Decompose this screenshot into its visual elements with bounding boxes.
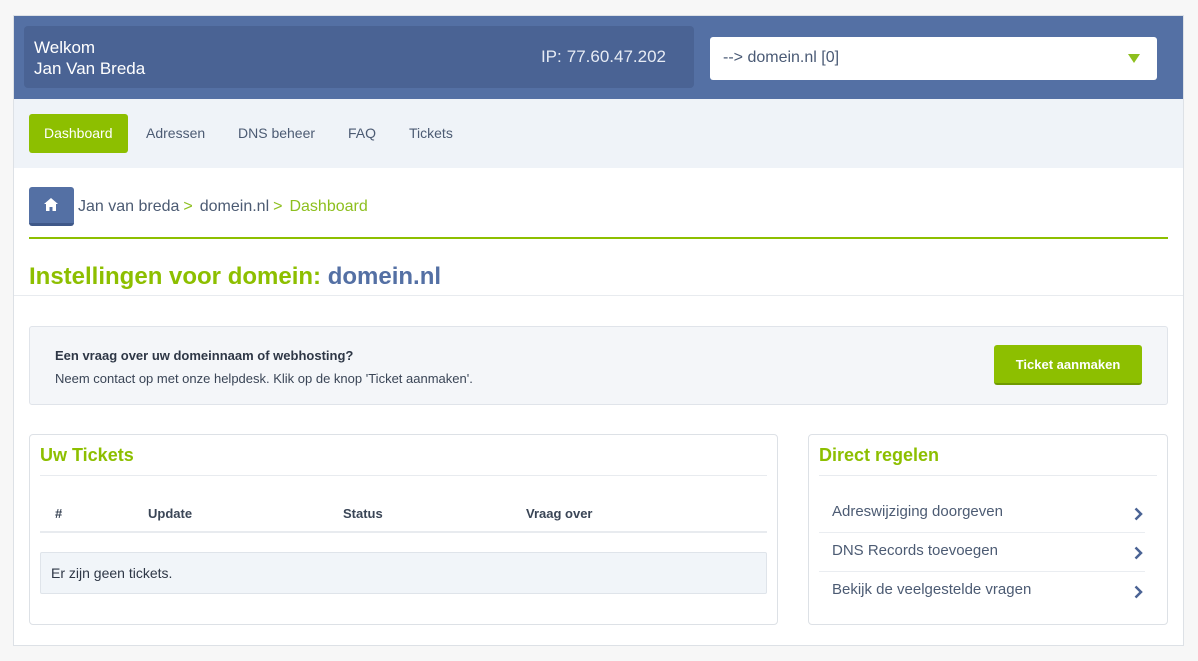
ip-address: IP: 77.60.47.202 <box>536 47 666 67</box>
panel-divider <box>40 475 767 476</box>
page-title-domain: domein.nl <box>327 263 442 290</box>
table-header-divider <box>40 531 767 533</box>
create-ticket-button[interactable]: Ticket aanmaken <box>994 345 1142 385</box>
chevron-right-icon <box>1134 585 1143 599</box>
column-header-vraag-over: Vraag over <box>526 506 593 521</box>
home-button[interactable] <box>29 187 74 226</box>
ip-label: IP: <box>540 47 562 66</box>
breadcrumb-current: Dashboard <box>289 198 368 215</box>
ip-value: 77.60.47.202 <box>566 47 666 66</box>
app-frame: Welkom Jan Van Breda IP: 77.60.47.202 -->… <box>13 15 1184 646</box>
domain-select-value: --> domein.nl [0] <box>723 49 840 66</box>
direct-link-label: Bekijk de veelgestelde vragen <box>832 581 1032 598</box>
main-nav: Dashboard Adressen DNS beheer FAQ Ticket… <box>14 99 1183 168</box>
column-header-update: Update <box>148 506 193 521</box>
chevron-down-icon <box>1128 54 1140 63</box>
nav-item-faq[interactable]: FAQ <box>348 114 376 153</box>
breadcrumb-separator: > <box>183 198 193 215</box>
nav-item-tickets[interactable]: Tickets <box>409 114 453 153</box>
direct-link-dns-records[interactable]: DNS Records toevoegen <box>819 533 1145 572</box>
panel-divider <box>819 475 1157 476</box>
welcome-box: Welkom Jan Van Breda IP: 77.60.47.202 <box>24 26 694 88</box>
title-divider <box>14 295 1183 296</box>
home-icon <box>44 198 58 211</box>
nav-item-adressen[interactable]: Adressen <box>146 114 205 153</box>
direct-link-label: DNS Records toevoegen <box>832 542 998 559</box>
page-title: Instellingen voor domein: domein.nl <box>29 263 441 291</box>
direct-link-adreswijziging[interactable]: Adreswijziging doorgeven <box>819 494 1145 533</box>
page-title-prefix: Instellingen voor domein: <box>29 263 322 290</box>
help-question: Een vraag over uw domeinnaam of webhosti… <box>55 348 354 363</box>
breadcrumb-user[interactable]: Jan van breda <box>78 198 179 215</box>
direct-link-label: Adreswijziging doorgeven <box>832 503 1003 520</box>
column-header-status: Status <box>343 506 383 521</box>
welcome-label: Welkom <box>34 38 96 57</box>
breadcrumb-domain[interactable]: domein.nl <box>200 198 269 215</box>
empty-tickets-text: Er zijn geen tickets. <box>51 565 173 581</box>
user-name: Jan Van Breda <box>34 59 146 78</box>
breadcrumb-divider <box>29 237 1168 239</box>
column-header-number: # <box>55 506 63 521</box>
domain-select[interactable]: --> domein.nl [0] <box>710 37 1157 80</box>
chevron-right-icon <box>1134 507 1143 521</box>
direct-panel: Direct regelen Adreswijziging doorgeven … <box>808 434 1168 625</box>
help-text: Neem contact op met onze helpdesk. Klik … <box>55 371 473 386</box>
breadcrumb-separator: > <box>273 198 283 215</box>
header: Welkom Jan Van Breda IP: 77.60.47.202 -->… <box>14 16 1183 99</box>
welcome-text: Welkom Jan Van Breda <box>34 37 145 79</box>
breadcrumb: Jan van breda > domein.nl > Dashboard <box>78 198 368 216</box>
direct-link-faq[interactable]: Bekijk de veelgestelde vragen <box>819 572 1145 611</box>
empty-tickets-row: Er zijn geen tickets. <box>40 552 767 594</box>
help-box: Een vraag over uw domeinnaam of webhosti… <box>29 326 1168 405</box>
nav-item-dashboard[interactable]: Dashboard <box>29 114 128 153</box>
nav-item-dns-beheer[interactable]: DNS beheer <box>238 114 315 153</box>
direct-title: Direct regelen <box>819 445 940 465</box>
tickets-panel: Uw Tickets # Update Status Vraag over Er… <box>29 434 778 625</box>
chevron-right-icon <box>1134 546 1143 560</box>
tickets-title: Uw Tickets <box>40 445 134 465</box>
